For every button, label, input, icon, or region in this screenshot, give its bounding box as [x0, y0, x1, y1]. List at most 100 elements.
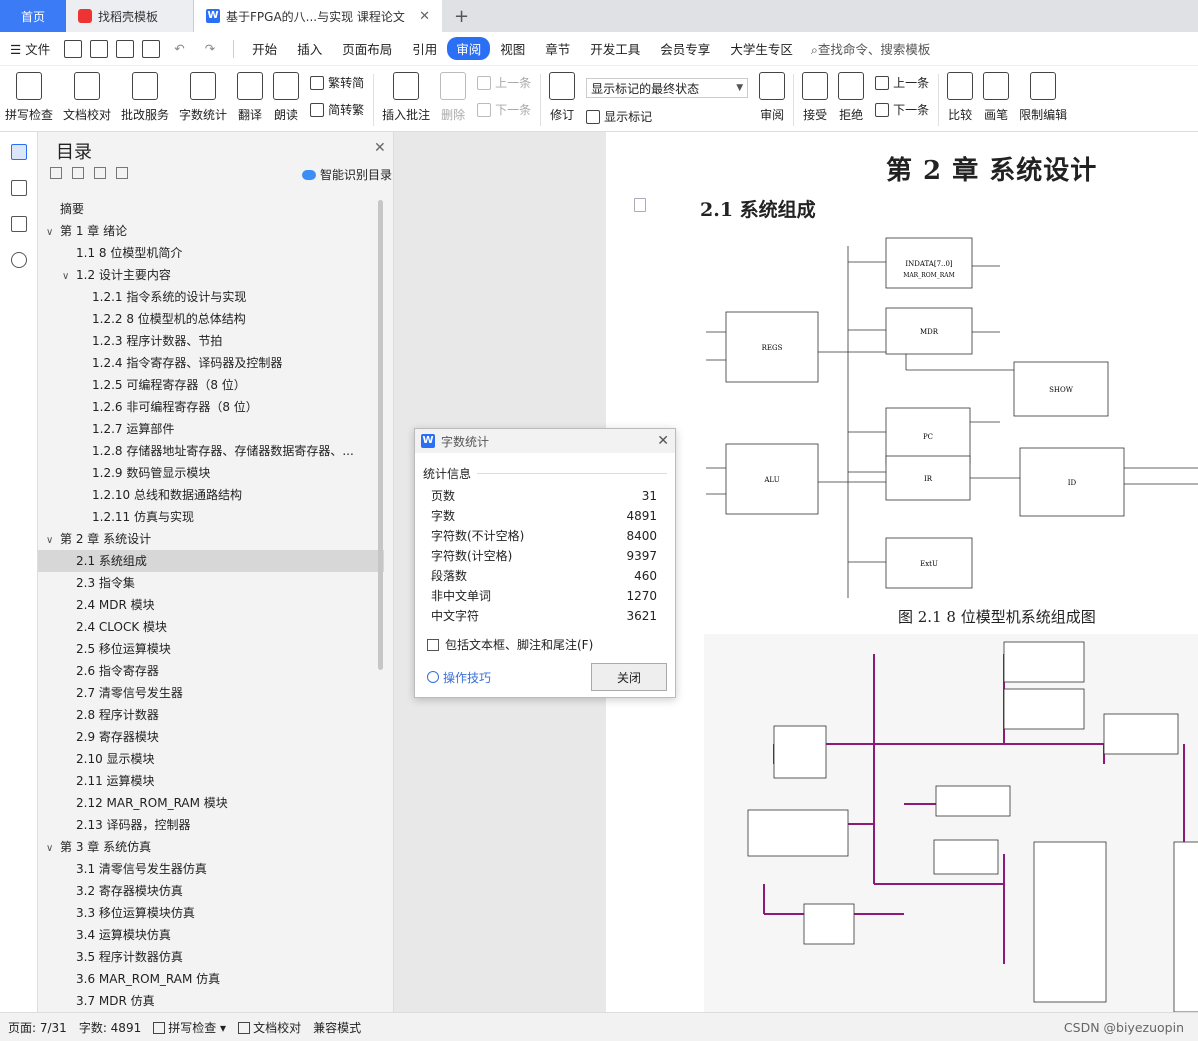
- insert-comment-button[interactable]: 插入批注: [377, 70, 435, 123]
- tab-document[interactable]: W 基于FPGA的八...与实现 课程论文 ✕: [194, 0, 442, 32]
- prev-change-button[interactable]: 上一条: [875, 74, 929, 91]
- prev-comment-button[interactable]: 上一条: [477, 74, 531, 91]
- menu-review[interactable]: 审阅: [447, 37, 491, 60]
- simp-to-trad-button[interactable]: 简转繁: [310, 101, 364, 118]
- menu-student[interactable]: 大学生专区: [720, 39, 803, 58]
- tips-link[interactable]: 操作技巧: [427, 669, 491, 686]
- toc-item[interactable]: 2.4 MDR 模块: [38, 594, 384, 616]
- toc-item[interactable]: 3.2 寄存器模块仿真: [38, 880, 384, 902]
- delete-comment-button[interactable]: 删除: [435, 70, 471, 123]
- menu-chapter[interactable]: 章节: [535, 39, 580, 58]
- add-level-icon[interactable]: [94, 167, 106, 179]
- reject-button[interactable]: 拒绝: [833, 70, 869, 123]
- read-aloud-button[interactable]: 朗读: [268, 70, 304, 123]
- next-comment-button[interactable]: 下一条: [477, 101, 531, 118]
- toc-item[interactable]: ∨ 第 3 章 系统仿真: [38, 836, 384, 858]
- menu-home[interactable]: 开始: [242, 39, 287, 58]
- page-indicator[interactable]: 页面: 7/31: [8, 1019, 67, 1036]
- command-search[interactable]: ⌕查找命令、搜索模板: [811, 39, 931, 58]
- toc-item[interactable]: 2.13 译码器，控制器: [38, 814, 384, 836]
- toc-item[interactable]: 1.2.2 8 位模型机的总体结构: [38, 308, 384, 330]
- menu-layout[interactable]: 页面布局: [332, 39, 402, 58]
- menu-reference[interactable]: 引用: [402, 39, 447, 58]
- new-tab-icon[interactable]: +: [442, 0, 481, 32]
- smart-toc-button[interactable]: 智能识别目录: [302, 166, 392, 183]
- toc-item[interactable]: 3.6 MAR_ROM_RAM 仿真: [38, 968, 384, 990]
- revise-button[interactable]: 修订: [544, 70, 580, 123]
- toc-item[interactable]: 1.2.11 仿真与实现: [38, 506, 384, 528]
- chevron-down-icon[interactable]: ∨: [46, 838, 60, 858]
- menu-view[interactable]: 视图: [490, 39, 535, 58]
- print-icon[interactable]: [116, 39, 135, 58]
- spell-check-button[interactable]: 拼写检查: [0, 70, 58, 123]
- remove-level-icon[interactable]: [116, 167, 128, 179]
- toc-item[interactable]: 2.9 寄存器模块: [38, 726, 384, 748]
- toc-item[interactable]: 摘要: [38, 198, 384, 220]
- toc-item[interactable]: 3.4 运算模块仿真: [38, 924, 384, 946]
- close-icon[interactable]: ✕: [374, 140, 386, 156]
- trad-to-simp-button[interactable]: 繁转简: [310, 74, 364, 91]
- toc-item[interactable]: 2.1 系统组成: [38, 550, 384, 572]
- spell-check-status[interactable]: 拼写检查 ▾: [153, 1019, 226, 1036]
- toc-item[interactable]: 3.7 MDR 仿真: [38, 990, 384, 1012]
- word-count-indicator[interactable]: 字数: 4891: [79, 1019, 141, 1036]
- expand-all-icon[interactable]: [50, 167, 62, 179]
- bookmark-icon[interactable]: [10, 216, 27, 232]
- toc-item[interactable]: 1.2.6 非可编程寄存器（8 位）: [38, 396, 384, 418]
- proofread-status[interactable]: 文档校对: [238, 1019, 301, 1036]
- tab-templates[interactable]: 找稻壳模板: [66, 0, 194, 32]
- toc-item[interactable]: 2.3 指令集: [38, 572, 384, 594]
- preview-icon[interactable]: [142, 39, 161, 58]
- toc-item[interactable]: 2.11 运算模块: [38, 770, 384, 792]
- save-icon[interactable]: [64, 39, 83, 58]
- toc-item[interactable]: 1.2.5 可编程寄存器（8 位）: [38, 374, 384, 396]
- word-count-button[interactable]: 字数统计: [174, 70, 232, 123]
- tab-home[interactable]: 首页: [0, 0, 66, 32]
- toc-item[interactable]: 1.2.9 数码管显示模块: [38, 462, 384, 484]
- toc-item[interactable]: 1.2.4 指令寄存器、译码器及控制器: [38, 352, 384, 374]
- menu-insert[interactable]: 插入: [287, 39, 332, 58]
- toc-scrollbar[interactable]: [378, 200, 383, 670]
- toc-item[interactable]: 2.4 CLOCK 模块: [38, 616, 384, 638]
- toc-item[interactable]: 2.7 清零信号发生器: [38, 682, 384, 704]
- toc-item[interactable]: 1.2.8 存储器地址寄存器、存储器数据寄存器、...: [38, 440, 384, 462]
- menu-devtools[interactable]: 开发工具: [580, 39, 650, 58]
- toc-item[interactable]: ∨ 第 2 章 系统设计: [38, 528, 384, 550]
- close-tab-icon[interactable]: ✕: [419, 9, 430, 24]
- translate-button[interactable]: 翻译: [232, 70, 268, 123]
- accept-button[interactable]: 接受: [797, 70, 833, 123]
- toc-item[interactable]: 3.5 程序计数器仿真: [38, 946, 384, 968]
- toc-item[interactable]: 2.6 指令寄存器: [38, 660, 384, 682]
- chevron-down-icon[interactable]: ∨: [62, 266, 76, 286]
- export-icon[interactable]: [90, 39, 109, 58]
- toc-item[interactable]: 2.8 程序计数器: [38, 704, 384, 726]
- toc-item[interactable]: 2.12 MAR_ROM_RAM 模块: [38, 792, 384, 814]
- toc-item[interactable]: 1.2.7 运算部件: [38, 418, 384, 440]
- toc-item[interactable]: 1.2.1 指令系统的设计与实现: [38, 286, 384, 308]
- pen-button[interactable]: 画笔: [978, 70, 1014, 123]
- compare-button[interactable]: 比较: [942, 70, 978, 123]
- toc-item[interactable]: 1.2.10 总线和数据通路结构: [38, 484, 384, 506]
- find-icon[interactable]: [10, 252, 27, 268]
- close-button[interactable]: 关闭: [591, 663, 667, 691]
- toc-item[interactable]: 1.2.3 程序计数器、节拍: [38, 330, 384, 352]
- redo-icon[interactable]: ↷: [195, 41, 225, 56]
- toc-item[interactable]: 1.1 8 位模型机简介: [38, 242, 384, 264]
- batch-service-button[interactable]: 批改服务: [116, 70, 174, 123]
- review-pane-button[interactable]: 审阅: [754, 70, 790, 123]
- toc-item[interactable]: 2.10 显示模块: [38, 748, 384, 770]
- toc-item[interactable]: 2.5 移位运算模块: [38, 638, 384, 660]
- toc-item[interactable]: 3.3 移位运算模块仿真: [38, 902, 384, 924]
- markup-state-select[interactable]: 显示标记的最终状态 ▼: [586, 78, 749, 98]
- outline-icon[interactable]: [10, 180, 27, 196]
- toc-panel-icon[interactable]: [10, 144, 27, 160]
- close-icon[interactable]: ✕: [657, 433, 669, 449]
- show-markup-button[interactable]: 显示标记: [586, 108, 748, 125]
- toc-item[interactable]: ∨ 第 1 章 绪论: [38, 220, 384, 242]
- proofread-button[interactable]: 文档校对: [58, 70, 116, 123]
- chevron-down-icon[interactable]: ∨: [46, 530, 60, 550]
- include-textbox-checkbox[interactable]: 包括文本框、脚注和尾注(F): [427, 636, 675, 653]
- menu-file[interactable]: ☰ 文件: [0, 39, 60, 58]
- chevron-down-icon[interactable]: ∨: [46, 222, 60, 242]
- menu-member[interactable]: 会员专享: [650, 39, 720, 58]
